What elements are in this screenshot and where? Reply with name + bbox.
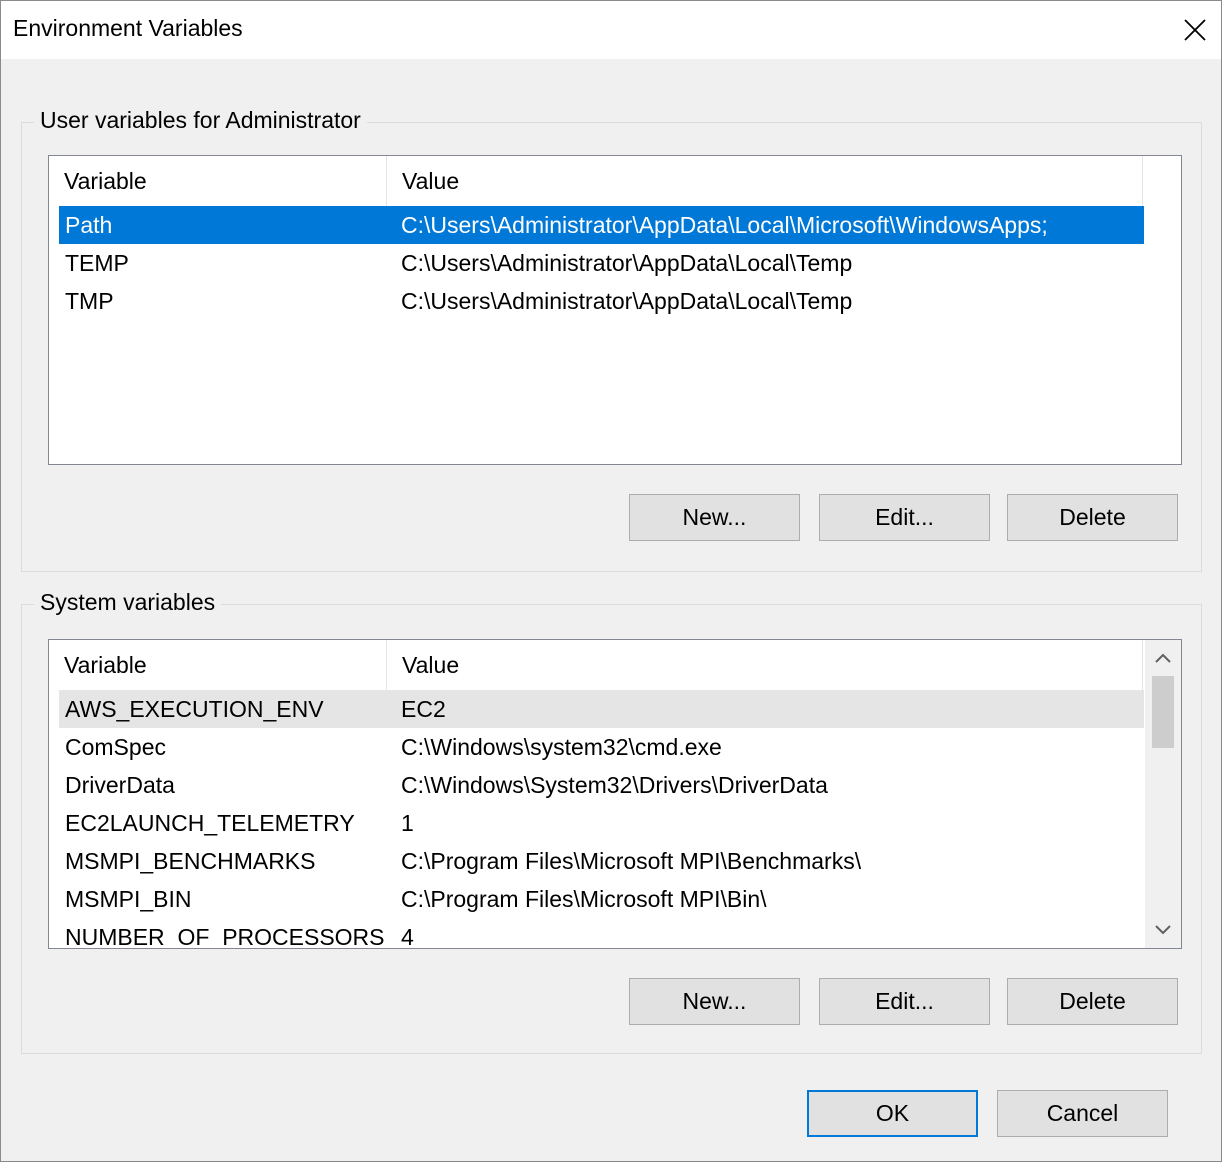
- user-new-button[interactable]: New...: [629, 494, 800, 541]
- vertical-scrollbar[interactable]: [1145, 640, 1181, 948]
- system-delete-button[interactable]: Delete: [1007, 978, 1178, 1025]
- user-variables-group: User variables for Administrator Variabl…: [21, 107, 1202, 572]
- variable-value-cell: C:\Windows\system32\cmd.exe: [401, 733, 722, 760]
- user-edit-button[interactable]: Edit...: [819, 494, 990, 541]
- column-header-value[interactable]: Value: [387, 156, 1143, 206]
- column-header-variable[interactable]: Variable: [49, 640, 387, 690]
- table-row[interactable]: TEMP C:\Users\Administrator\AppData\Local…: [59, 244, 1144, 282]
- table-row[interactable]: MSMPI_BENCHMARKS C:\Program Files\Microso…: [59, 842, 1144, 880]
- system-edit-button[interactable]: Edit...: [819, 978, 990, 1025]
- variable-value-cell: 4: [401, 923, 414, 949]
- variable-name-cell: EC2LAUNCH_TELEMETRY: [65, 809, 355, 836]
- table-row[interactable]: NUMBER_OF_PROCESSORS 4: [59, 918, 1144, 949]
- variable-name-cell: TMP: [65, 287, 114, 314]
- list-header: Variable Value: [49, 640, 1144, 690]
- variable-name-cell: Path: [65, 211, 113, 238]
- cancel-button[interactable]: Cancel: [997, 1090, 1168, 1137]
- variable-value-cell: EC2: [401, 695, 446, 722]
- title-bar: Environment Variables: [1, 1, 1221, 59]
- variable-name-cell: MSMPI_BIN: [65, 885, 192, 912]
- system-variables-legend: System variables: [34, 589, 222, 616]
- variable-name-cell: NUMBER_OF_PROCESSORS: [65, 923, 385, 949]
- variable-value-cell: C:\Windows\System32\Drivers\DriverData: [401, 771, 828, 798]
- table-row[interactable]: ComSpec C:\Windows\system32\cmd.exe: [59, 728, 1144, 766]
- variable-value-cell: C:\Users\Administrator\AppData\Local\Tem…: [401, 287, 853, 314]
- table-row[interactable]: DriverData C:\Windows\System32\Drivers\Dr…: [59, 766, 1144, 804]
- table-row[interactable]: AWS_EXECUTION_ENV EC2: [59, 690, 1144, 728]
- system-variables-group: System variables Variable Value AWS_EXEC…: [21, 589, 1202, 1054]
- variable-name-cell: ComSpec: [65, 733, 166, 760]
- scrollbar-thumb[interactable]: [1152, 676, 1174, 748]
- system-variables-rows: AWS_EXECUTION_ENV EC2 ComSpec C:\Windows\sy…: [59, 690, 1144, 949]
- variable-value-cell: 1: [401, 809, 414, 836]
- scroll-up-button[interactable]: [1145, 640, 1181, 676]
- close-icon: [1184, 19, 1206, 41]
- column-header-value[interactable]: Value: [387, 640, 1143, 690]
- chevron-down-icon: [1155, 925, 1171, 935]
- variable-name-cell: MSMPI_BENCHMARKS: [65, 847, 316, 874]
- system-new-button[interactable]: New...: [629, 978, 800, 1025]
- variable-value-cell: C:\Program Files\Microsoft MPI\Bin\: [401, 885, 767, 912]
- chevron-up-icon: [1155, 653, 1171, 663]
- user-variables-rows: Path C:\Users\Administrator\AppData\Local…: [59, 206, 1144, 320]
- scroll-down-button[interactable]: [1145, 912, 1181, 948]
- window-title: Environment Variables: [13, 15, 243, 41]
- variable-value-cell: C:\Program Files\Microsoft MPI\Benchmark…: [401, 847, 862, 874]
- variable-name-cell: TEMP: [65, 249, 129, 276]
- column-header-variable[interactable]: Variable: [49, 156, 387, 206]
- variable-value-cell: C:\Users\Administrator\AppData\Local\Tem…: [401, 249, 853, 276]
- ok-button[interactable]: OK: [807, 1090, 978, 1137]
- list-header: Variable Value: [49, 156, 1144, 206]
- table-row[interactable]: TMP C:\Users\Administrator\AppData\Local\…: [59, 282, 1144, 320]
- variable-name-cell: AWS_EXECUTION_ENV: [65, 695, 324, 722]
- variable-value-cell: C:\Users\Administrator\AppData\Local\Mic…: [401, 211, 1048, 238]
- table-row[interactable]: EC2LAUNCH_TELEMETRY 1: [59, 804, 1144, 842]
- variable-name-cell: DriverData: [65, 771, 175, 798]
- environment-variables-dialog: Environment Variables User variables for…: [0, 0, 1222, 1162]
- user-delete-button[interactable]: Delete: [1007, 494, 1178, 541]
- system-variables-list[interactable]: Variable Value AWS_EXECUTION_ENV EC2 ComSp…: [48, 639, 1182, 949]
- table-row[interactable]: Path C:\Users\Administrator\AppData\Local…: [59, 206, 1144, 244]
- user-variables-list[interactable]: Variable Value Path C:\Users\Administrato…: [48, 155, 1182, 465]
- user-variables-legend: User variables for Administrator: [34, 107, 367, 134]
- close-button[interactable]: [1169, 1, 1221, 59]
- table-row[interactable]: MSMPI_BIN C:\Program Files\Microsoft MPI\…: [59, 880, 1144, 918]
